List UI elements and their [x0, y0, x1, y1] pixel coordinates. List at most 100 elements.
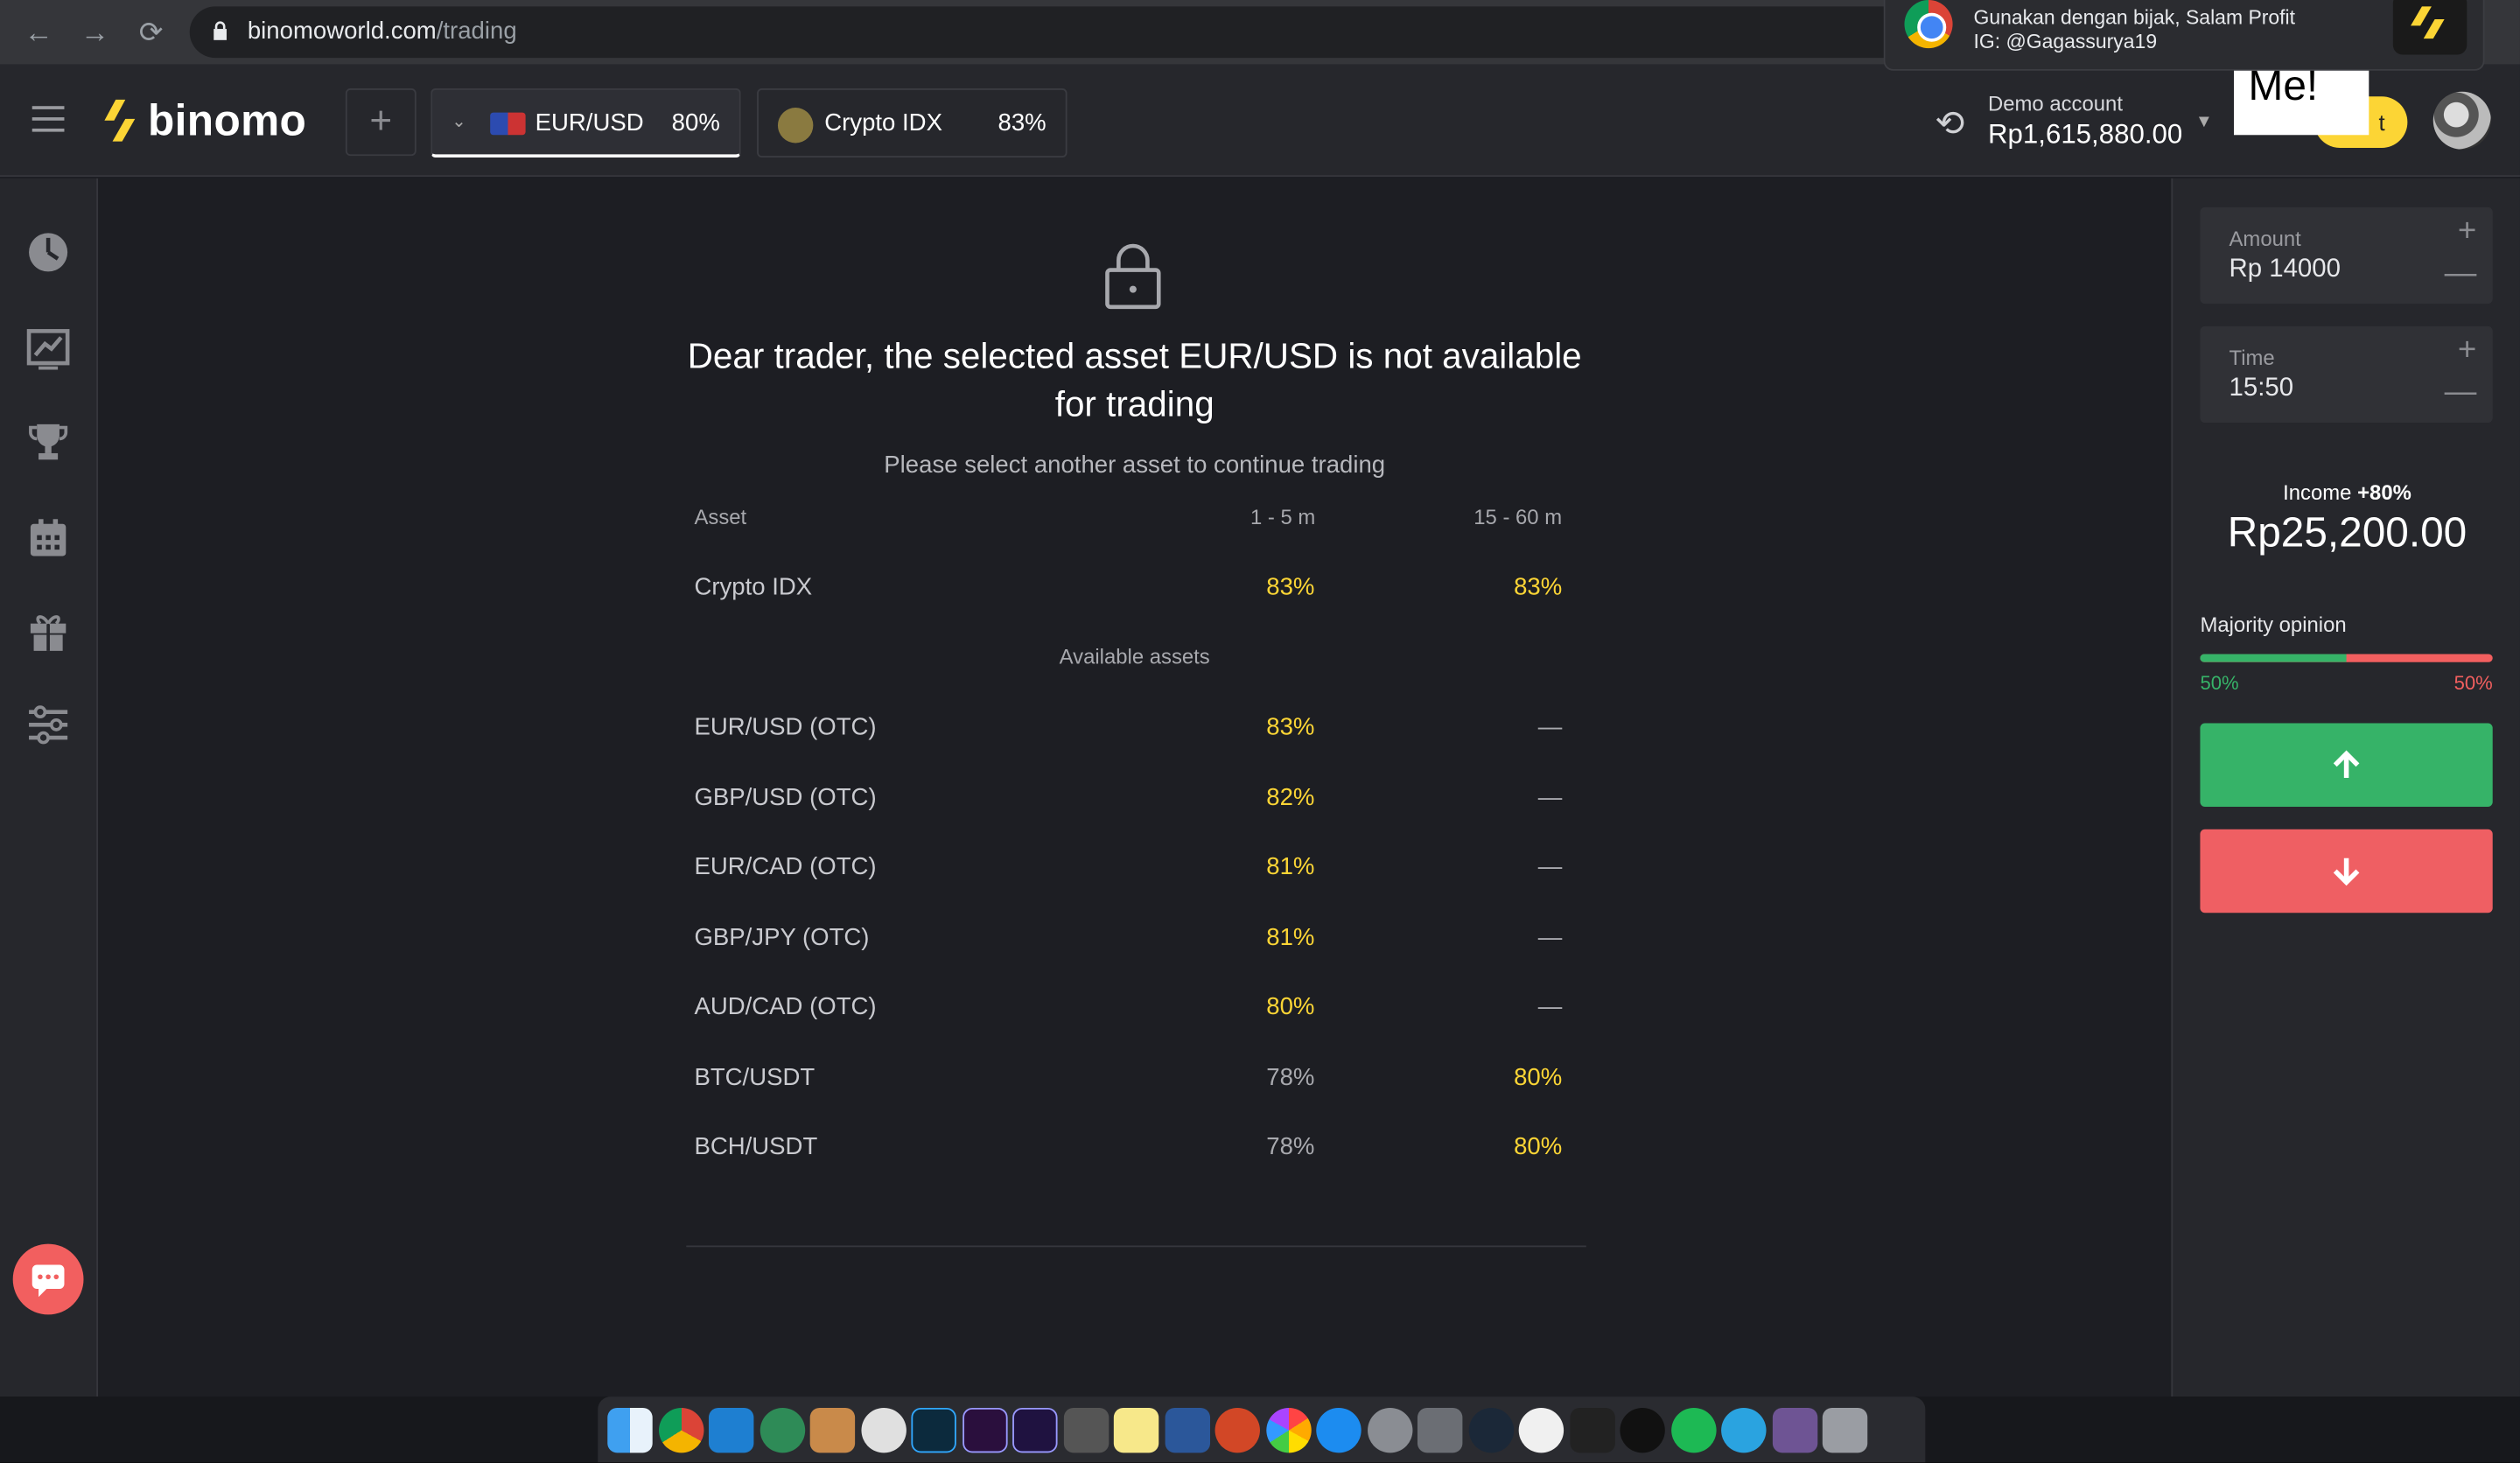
asset-name: EUR/CAD (OTC) — [694, 853, 877, 881]
premiere-icon[interactable] — [962, 1407, 1007, 1452]
asset-name: EUR/USD (OTC) — [694, 713, 877, 741]
binomo-logo[interactable]: binomo — [103, 94, 307, 148]
tab-eur-usd[interactable]: ⌄ EUR/USD 80% — [430, 88, 741, 158]
powerpoint-icon[interactable] — [1214, 1407, 1260, 1452]
notification-line1: Gunakan dengan bijak, Salam Profit — [1973, 6, 2296, 30]
tab-asset-percent: 80% — [671, 108, 720, 137]
asset-row[interactable]: GBP/JPY (OTC) 81% — — [694, 924, 1562, 962]
amount-value[interactable]: Rp 14000 — [2230, 256, 2341, 284]
tab-asset-label: EUR/USD — [535, 108, 644, 137]
crypto-idx-icon — [777, 108, 814, 144]
forward-icon[interactable]: → — [79, 16, 111, 48]
select-asset-hint: Please select another asset to continue … — [884, 452, 1386, 480]
column-header-long: 15 - 60 m — [1474, 504, 1563, 529]
url-path: /trading — [436, 18, 517, 46]
lock-icon — [1105, 243, 1161, 310]
maps-icon[interactable] — [759, 1407, 805, 1452]
asset-name: BTC/USDT — [694, 1063, 816, 1092]
menu-icon[interactable] — [32, 106, 65, 132]
photos-icon[interactable] — [1265, 1407, 1311, 1452]
chevron-down-icon[interactable]: ⌄ — [452, 111, 466, 132]
asset-name: GBP/USD (OTC) — [694, 784, 877, 812]
ghost-icon[interactable] — [1620, 1407, 1665, 1452]
asset-percent-long: — — [1537, 924, 1563, 952]
majority-up-percent: 50% — [2200, 671, 2239, 695]
asset-row-crypto-idx[interactable]: Crypto IDX 83% 83% — [694, 574, 1562, 612]
asset-row[interactable]: BTC/USDT 78% 80% — [694, 1064, 1562, 1102]
logo-bolt-icon — [104, 99, 136, 142]
settings-sliders-icon[interactable] — [25, 703, 70, 747]
time-value[interactable]: 15:50 — [2230, 374, 2294, 403]
time-field[interactable]: Time 15:50 + — — [2200, 326, 2493, 424]
majority-opinion-bar — [2200, 654, 2493, 662]
asset-percent-long: — — [1537, 993, 1563, 1021]
system-preferences-icon[interactable] — [1417, 1407, 1463, 1452]
asset-row[interactable]: GBP/USD (OTC) 82% — — [694, 784, 1562, 822]
notes-icon[interactable] — [1113, 1407, 1159, 1452]
url-text: binomoworld.com/trading — [248, 18, 517, 45]
amount-field[interactable]: Amount Rp 14000 + — — [2200, 206, 2493, 304]
reload-icon[interactable]: ⟳ — [135, 16, 167, 48]
final-cut-icon[interactable] — [1062, 1407, 1109, 1452]
word-icon[interactable] — [1164, 1407, 1210, 1452]
music-icon[interactable] — [1518, 1407, 1564, 1452]
asset-name: AUD/CAD (OTC) — [694, 993, 877, 1021]
clock-icon[interactable] — [25, 230, 70, 275]
asset-percent-long: 80% — [1514, 1063, 1563, 1092]
chat-bubble-icon — [32, 1264, 65, 1298]
notification-line2: IG: @Gagassurya19 — [1973, 30, 2158, 53]
asset-row[interactable]: EUR/CAD (OTC) 81% — — [694, 853, 1562, 892]
chat-button[interactable] — [12, 1243, 84, 1315]
github-desktop-icon[interactable] — [1771, 1407, 1817, 1452]
binomo-dock-icon[interactable] — [1569, 1407, 1614, 1452]
account-balance[interactable]: ⟲ Demo account Rp1,615,880.00 ▼ — [1928, 84, 2234, 158]
pen-icon[interactable] — [860, 1407, 906, 1452]
divider — [686, 1245, 1586, 1248]
majority-up-fill — [2200, 654, 2347, 662]
launchpad-icon[interactable] — [1367, 1407, 1412, 1452]
chrome-dock-icon[interactable] — [658, 1407, 704, 1452]
asset-percent-short: 82% — [1266, 784, 1315, 812]
asset-percent-long: — — [1537, 853, 1563, 881]
back-icon[interactable]: ← — [23, 16, 55, 48]
buy-up-button[interactable] — [2200, 723, 2493, 808]
asset-name: Crypto IDX — [694, 573, 813, 601]
tab-crypto-idx[interactable]: Crypto IDX 83% — [757, 88, 1068, 158]
majority-down-percent: 50% — [2454, 671, 2493, 695]
sync-icon[interactable]: ⟲ — [1935, 103, 1964, 145]
asset-percent-short: 83% — [1266, 573, 1315, 601]
avatar[interactable] — [2432, 91, 2491, 150]
caret-down-icon[interactable]: ▼ — [2195, 113, 2213, 132]
sell-down-button[interactable] — [2200, 829, 2493, 914]
photoshop-icon[interactable] — [911, 1407, 956, 1452]
vscode-icon[interactable] — [708, 1407, 754, 1452]
time-minus-icon[interactable]: — — [2445, 374, 2477, 411]
address-bar[interactable]: binomoworld.com/trading — [189, 6, 1909, 59]
asset-row[interactable]: EUR/USD (OTC) 83% — — [694, 713, 1562, 752]
finder-icon[interactable] — [607, 1407, 653, 1452]
chart-icon[interactable] — [25, 326, 70, 371]
amount-minus-icon[interactable]: — — [2445, 256, 2477, 292]
asset-percent-short: 78% — [1266, 1063, 1315, 1092]
after-effects-icon[interactable] — [1012, 1407, 1058, 1452]
amount-plus-icon[interactable]: + — [2458, 214, 2476, 250]
trash-icon[interactable] — [1822, 1407, 1868, 1452]
notification-popup[interactable]: Gunakan dengan bijak, Salam Profit IG: @… — [1883, 0, 2485, 71]
time-plus-icon[interactable]: + — [2458, 332, 2476, 369]
balance-amount: Rp1,615,880.00 — [1987, 118, 2183, 150]
time-label: Time — [2229, 345, 2275, 370]
add-tab-button[interactable]: + — [345, 88, 416, 157]
calendar-icon[interactable] — [25, 516, 70, 561]
asset-percent-short: 80% — [1266, 993, 1315, 1021]
asset-percent-long: — — [1537, 713, 1563, 741]
asset-row[interactable]: BCH/USDT 78% 80% — [694, 1133, 1562, 1172]
trophy-icon[interactable] — [25, 419, 70, 464]
telegram-icon[interactable] — [1721, 1407, 1767, 1452]
archive-icon[interactable] — [809, 1407, 856, 1452]
app-store-icon[interactable] — [1316, 1407, 1362, 1452]
steam-icon[interactable] — [1467, 1407, 1514, 1452]
spotify-icon[interactable] — [1670, 1407, 1716, 1452]
asset-row[interactable]: AUD/CAD (OTC) 80% — — [694, 993, 1562, 1032]
gift-icon[interactable] — [25, 609, 70, 654]
asset-percent-short: 78% — [1266, 1132, 1315, 1161]
